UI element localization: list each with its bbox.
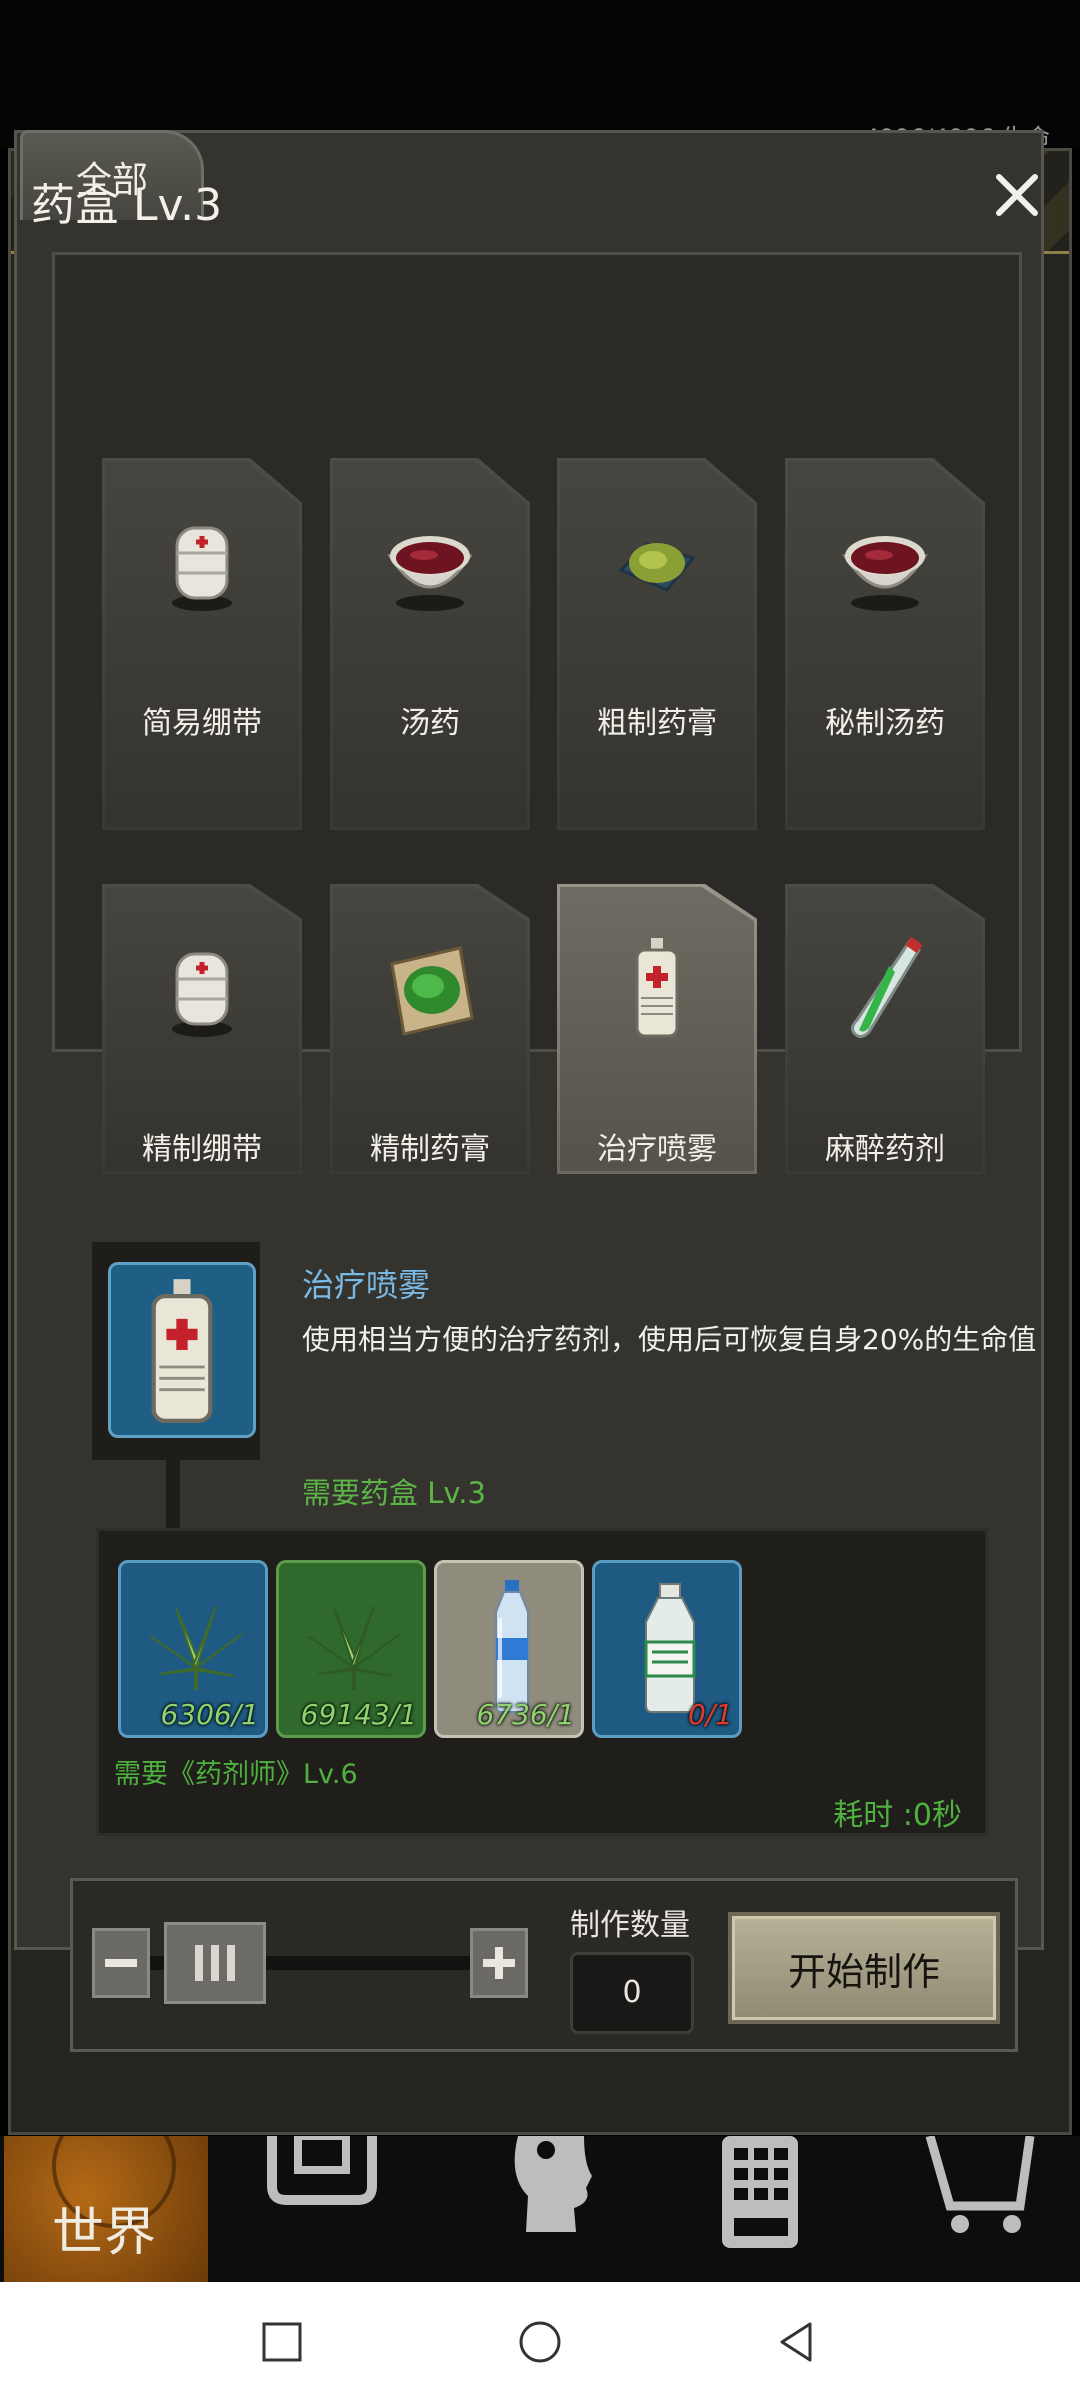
recipe-card[interactable]: 麻醉药剂 xyxy=(785,884,985,1174)
decrease-button[interactable] xyxy=(92,1928,150,1998)
selected-item-slot[interactable] xyxy=(108,1262,256,1438)
close-button[interactable] xyxy=(987,165,1047,225)
material-count: 6306/1 xyxy=(160,1698,259,1731)
nav-shop[interactable] xyxy=(925,2134,1046,2256)
quantity-slider-handle[interactable] xyxy=(164,1922,266,2004)
spray-can-icon xyxy=(151,1279,213,1423)
test-tube-icon xyxy=(850,936,923,1039)
material-count: 6736/1 xyxy=(476,1698,575,1731)
spray-can-icon xyxy=(635,938,679,1038)
nav-backpack[interactable] xyxy=(262,2132,382,2256)
grip-icon xyxy=(195,1945,235,1981)
minus-icon xyxy=(105,1959,137,1967)
cart-icon xyxy=(925,2134,1035,2233)
material-slot[interactable]: 6736/1 xyxy=(434,1560,584,1738)
craft-time: 耗时 :0秒 xyxy=(833,1798,962,1833)
system-nav-bar xyxy=(0,2282,1080,2400)
start-craft-button[interactable]: 开始制作 xyxy=(728,1912,1000,2024)
recipe-card[interactable]: 简易绷带 xyxy=(102,458,302,830)
material-count: 69143/1 xyxy=(300,1698,417,1731)
recipe-card[interactable]: 精制绷带 xyxy=(102,884,302,1174)
herb-leaf-icon xyxy=(307,1605,401,1690)
recipe-label: 简易绷带 xyxy=(142,706,262,741)
recipe-label: 麻醉药剂 xyxy=(825,1132,945,1167)
level-requirement: 需要药盒 Lv.3 xyxy=(302,1476,486,1510)
nav-world-label: 世界 xyxy=(52,2203,157,2263)
nav-skills[interactable] xyxy=(488,2136,608,2256)
recipe-label: 精制绷带 xyxy=(142,1132,262,1167)
phone-icon xyxy=(722,2136,798,2248)
connector-line xyxy=(166,1460,180,1530)
bandage-icon xyxy=(172,526,232,611)
recipe-card[interactable]: 汤药 xyxy=(330,458,530,830)
recipe-card[interactable]: 秘制汤药 xyxy=(785,458,985,830)
skill-requirement: 需要《药剂师》Lv.6 xyxy=(114,1759,358,1790)
increase-button[interactable] xyxy=(470,1928,528,1998)
alcohol-bottle-icon xyxy=(644,1583,696,1713)
panel-title: 药盒 Lv.3 xyxy=(31,180,223,231)
material-count: 0/1 xyxy=(687,1698,733,1731)
plus-icon xyxy=(483,1947,515,1979)
bandage-icon xyxy=(172,952,232,1037)
material-slot[interactable]: 6306/1 xyxy=(118,1560,268,1738)
quantity-input[interactable]: 0 xyxy=(570,1952,694,2034)
skill-head-icon xyxy=(514,2136,592,2232)
material-slot[interactable]: 69143/1 xyxy=(276,1560,426,1738)
quantity-label: 制作数量 xyxy=(570,1908,690,1943)
recipe-label: 精制药膏 xyxy=(370,1132,490,1167)
bowl-red-icon xyxy=(842,536,928,611)
backpack-icon xyxy=(267,2132,377,2205)
recipe-card[interactable]: 粗制药膏 xyxy=(557,458,757,830)
recipe-label: 治疗喷雾 xyxy=(597,1132,717,1167)
water-bottle-icon xyxy=(495,1580,529,1713)
material-slot[interactable]: 0/1 xyxy=(592,1560,742,1738)
green-ointment-icon xyxy=(390,946,474,1036)
bowl-red-icon xyxy=(387,536,473,611)
recipe-card-selected[interactable]: 治疗喷雾 xyxy=(557,884,757,1174)
recent-apps-icon[interactable] xyxy=(260,2320,304,2364)
home-icon[interactable] xyxy=(518,2320,562,2364)
back-icon[interactable] xyxy=(774,2320,818,2364)
nav-phone[interactable] xyxy=(712,2136,832,2256)
recipe-label: 秘制汤药 xyxy=(825,706,945,741)
close-icon xyxy=(996,174,1038,216)
recipe-label: 汤药 xyxy=(400,706,460,741)
selected-item-description: 使用相当方便的治疗药剂，使用后可恢复自身20%的生命值 xyxy=(302,1323,1037,1356)
herb-leaf-icon xyxy=(149,1605,243,1690)
recipe-card[interactable]: 精制药膏 xyxy=(330,884,530,1174)
recipe-label: 粗制药膏 xyxy=(597,706,717,741)
selected-item-name: 治疗喷雾 xyxy=(302,1266,431,1304)
ointment-icon xyxy=(618,542,696,592)
